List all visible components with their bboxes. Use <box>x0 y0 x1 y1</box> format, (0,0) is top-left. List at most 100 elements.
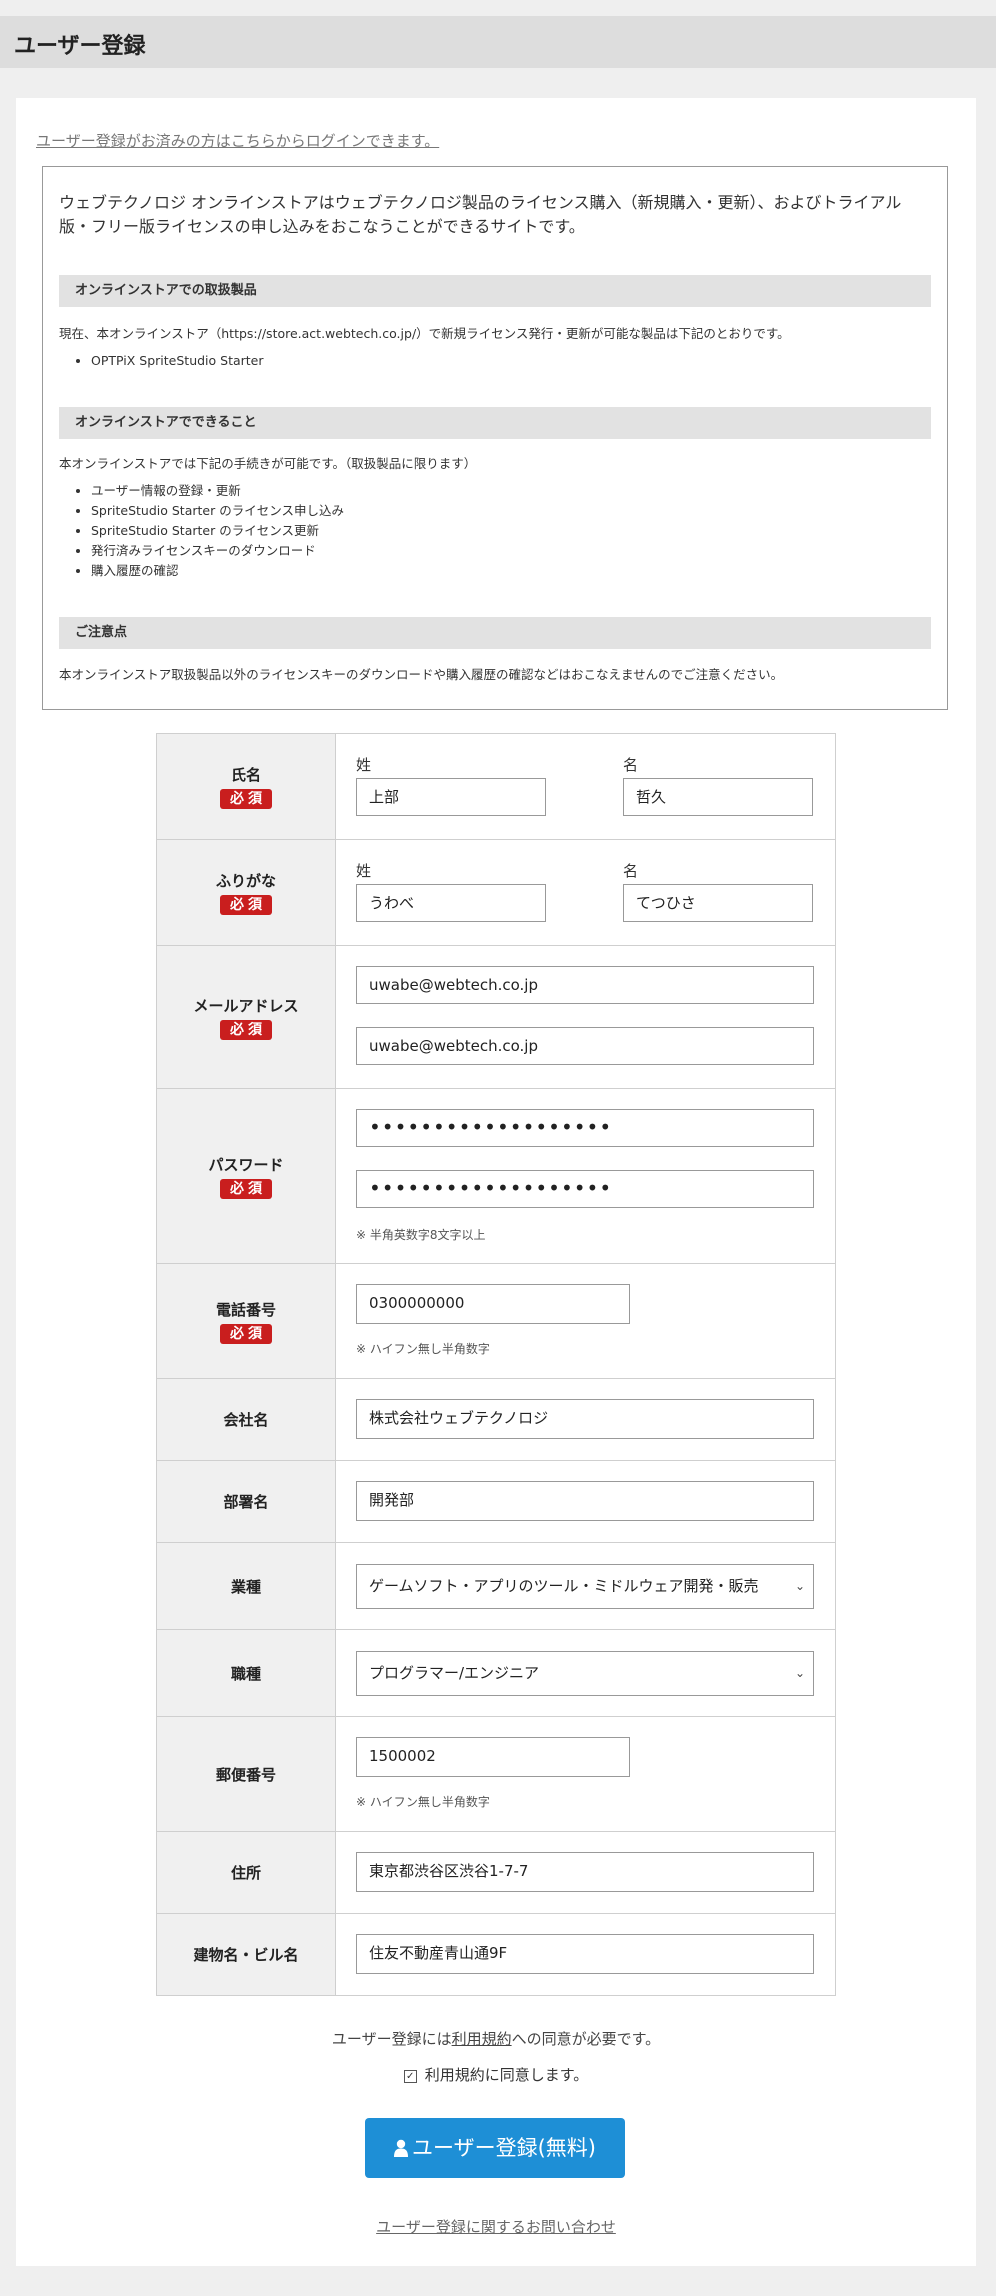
terms-notice-post: への同意が必要です。 <box>511 2030 661 2048</box>
list-item: 発行済みライセンスキーのダウンロード <box>91 541 344 561</box>
last-kana-input[interactable]: うわべ <box>356 884 546 922</box>
section-text-products: 現在、本オンラインストア（https://store.act.webtech.c… <box>59 326 790 341</box>
chevron-down-icon: ⌄ <box>794 1579 805 1593</box>
field-label-occupation: 職種 <box>156 1629 336 1717</box>
company-input[interactable]: 株式会社ウェブテクノロジ <box>356 1399 814 1439</box>
section-text-features: 本オンラインストアでは下記の手続きが可能です。（取扱製品に限ります） <box>59 456 477 471</box>
field-label-email: メールアドレス 必須 <box>156 945 336 1089</box>
terms-checkbox-label[interactable]: 利用規約に同意します。 <box>425 2066 589 2084</box>
department-input[interactable]: 開発部 <box>356 1481 814 1521</box>
field-label-company: 会社名 <box>156 1378 336 1461</box>
occupation-select[interactable]: プログラマー/エンジニア ⌄ <box>356 1651 814 1696</box>
last-name-input[interactable]: 上部 <box>356 778 546 816</box>
password-confirm-input[interactable]: ••••••••••••••••••• <box>356 1170 814 1208</box>
terms-notice: ユーザー登録には利用規約への同意が必要です。 <box>16 2028 976 2049</box>
field-label-name: 氏名 必須 <box>156 733 336 840</box>
field-cell-password: ••••••••••••••••••• ••••••••••••••••••• … <box>335 1088 836 1264</box>
form-row-phone: 電話番号 必須 0300000000 ※ ハイフン無し半角数字 <box>156 1263 836 1379</box>
field-cell-occupation: プログラマー/エンジニア ⌄ <box>335 1629 836 1717</box>
field-cell-address: 東京都渋谷区渋谷1-7-7 <box>335 1831 836 1914</box>
field-cell-department: 開発部 <box>335 1460 836 1543</box>
field-label-department: 部署名 <box>156 1460 336 1543</box>
list-item: 購入履歴の確認 <box>91 561 344 581</box>
label-text: パスワード <box>208 1155 284 1174</box>
building-input[interactable]: 住友不動産青山通9F <box>356 1934 814 1974</box>
form-row-company: 会社名 株式会社ウェブテクノロジ <box>156 1378 836 1461</box>
first-kana-input[interactable]: てつひさ <box>623 884 813 922</box>
chevron-down-icon: ⌄ <box>794 1666 805 1680</box>
password-note: ※ 半角英数字8文字以上 <box>356 1228 486 1242</box>
last-name-label: 姓 <box>356 756 372 774</box>
register-button[interactable]: ユーザー登録(無料) <box>365 2118 625 2178</box>
email-confirm-input[interactable]: uwabe@webtech.co.jp <box>356 1027 814 1065</box>
terms-link[interactable]: 利用規約 <box>452 2030 512 2048</box>
field-cell-name: 姓 名 上部 哲久 <box>335 733 836 840</box>
phone-note: ※ ハイフン無し半角数字 <box>356 1342 490 1356</box>
list-item: SpriteStudio Starter のライセンス更新 <box>91 521 344 541</box>
field-label-industry: 業種 <box>156 1542 336 1630</box>
user-icon <box>394 2139 409 2157</box>
form-row-department: 部署名 開発部 <box>156 1460 836 1543</box>
required-badge: 必須 <box>220 1019 272 1040</box>
label-text: メールアドレス <box>193 996 299 1015</box>
form-row-occupation: 職種 プログラマー/エンジニア ⌄ <box>156 1629 836 1717</box>
last-kana-label: 姓 <box>356 862 372 880</box>
form-row-address: 住所 東京都渋谷区渋谷1-7-7 <box>156 1831 836 1914</box>
field-cell-kana: 姓 名 うわべ てつひさ <box>335 839 836 946</box>
field-label-building: 建物名・ビル名 <box>156 1913 336 1996</box>
zip-note: ※ ハイフン無し半角数字 <box>356 1795 490 1809</box>
list-item: OPTPiX SpriteStudio Starter <box>91 351 264 371</box>
label-text: ふりがな <box>215 872 276 890</box>
field-label-password: パスワード 必須 <box>156 1088 336 1264</box>
field-cell-building: 住友不動産青山通9F <box>335 1913 836 1996</box>
required-badge: 必須 <box>220 1178 272 1199</box>
address-input[interactable]: 東京都渋谷区渋谷1-7-7 <box>356 1852 814 1892</box>
list-item: SpriteStudio Starter のライセンス申し込み <box>91 501 344 521</box>
industry-select[interactable]: ゲームソフト・アプリのツール・ミドルウェア開発・販売 ⌄ <box>356 1564 814 1609</box>
login-link[interactable]: ユーザー登録がお済みの方はこちらからログインできます。 <box>36 130 439 151</box>
form-row-name: 氏名 必須 姓 名 上部 哲久 <box>156 733 836 840</box>
required-badge: 必須 <box>220 789 272 809</box>
form-row-building: 建物名・ビル名 住友不動産青山通9F <box>156 1913 836 1996</box>
section-heading-features: オンラインストアでできること <box>59 407 931 439</box>
form-row-industry: 業種 ゲームソフト・アプリのツール・ミドルウェア開発・販売 ⌄ <box>156 1542 836 1630</box>
terms-checkbox[interactable]: ✓ <box>403 2070 417 2083</box>
terms-agree-row[interactable]: ✓ 利用規約に同意します。 <box>16 2064 976 2085</box>
zip-input[interactable]: 1500002 <box>356 1737 630 1777</box>
terms-notice-pre: ユーザー登録には <box>331 2030 452 2048</box>
page-title: ユーザー登録 <box>14 34 146 59</box>
feature-list: ユーザー情報の登録・更新 SpriteStudio Starter のライセンス… <box>59 481 344 581</box>
section-text-notes: 本オンラインストア取扱製品以外のライセンスキーのダウンロードや購入履歴の確認など… <box>59 667 784 682</box>
required-badge: 必須 <box>220 895 272 915</box>
email-input[interactable]: uwabe@webtech.co.jp <box>356 966 814 1004</box>
product-list: OPTPiX SpriteStudio Starter <box>59 351 264 371</box>
password-input[interactable]: ••••••••••••••••••• <box>356 1109 814 1147</box>
required-badge: 必須 <box>220 1323 272 1344</box>
label-text: 氏名 <box>230 766 261 784</box>
section-heading-notes: ご注意点 <box>59 617 931 649</box>
field-cell-industry: ゲームソフト・アプリのツール・ミドルウェア開発・販売 ⌄ <box>335 1542 836 1630</box>
form-row-kana: ふりがな 必須 姓 名 うわべ てつひさ <box>156 839 836 946</box>
registration-form: 氏名 必須 姓 名 上部 哲久 ふりがな 必須 姓 名 うわべ てつひさ メール… <box>156 733 836 1996</box>
phone-input[interactable]: 0300000000 <box>356 1284 630 1324</box>
form-row-zip: 郵便番号 1500002 ※ ハイフン無し半角数字 <box>156 1716 836 1832</box>
register-button-label: ユーザー登録(無料) <box>412 2136 596 2160</box>
first-name-label: 名 <box>623 756 639 774</box>
page-header: ユーザー登録 <box>0 16 996 68</box>
list-item: ユーザー情報の登録・更新 <box>91 481 344 501</box>
section-heading-products: オンラインストアでの取扱製品 <box>59 275 931 307</box>
store-info-box: ウェブテクノロジ オンラインストアはウェブテクノロジ製品のライセンス購入（新規購… <box>42 166 948 710</box>
first-kana-label: 名 <box>623 862 639 880</box>
main-card: ユーザー登録がお済みの方はこちらからログインできます。 ウェブテクノロジ オンラ… <box>16 98 976 2266</box>
industry-select-value: ゲームソフト・アプリのツール・ミドルウェア開発・販売 <box>369 1577 759 1595</box>
store-intro: ウェブテクノロジ オンラインストアはウェブテクノロジ製品のライセンス購入（新規購… <box>59 193 902 236</box>
contact-link[interactable]: ユーザー登録に関するお問い合わせ <box>16 2216 976 2237</box>
form-row-password: パスワード 必須 ••••••••••••••••••• •••••••••••… <box>156 1088 836 1264</box>
first-name-input[interactable]: 哲久 <box>623 778 813 816</box>
field-cell-zip: 1500002 ※ ハイフン無し半角数字 <box>335 1716 836 1832</box>
field-cell-email: uwabe@webtech.co.jp uwabe@webtech.co.jp <box>335 945 836 1089</box>
field-label-address: 住所 <box>156 1831 336 1914</box>
field-cell-company: 株式会社ウェブテクノロジ <box>335 1378 836 1461</box>
field-label-phone: 電話番号 必須 <box>156 1263 336 1379</box>
field-label-zip: 郵便番号 <box>156 1716 336 1832</box>
